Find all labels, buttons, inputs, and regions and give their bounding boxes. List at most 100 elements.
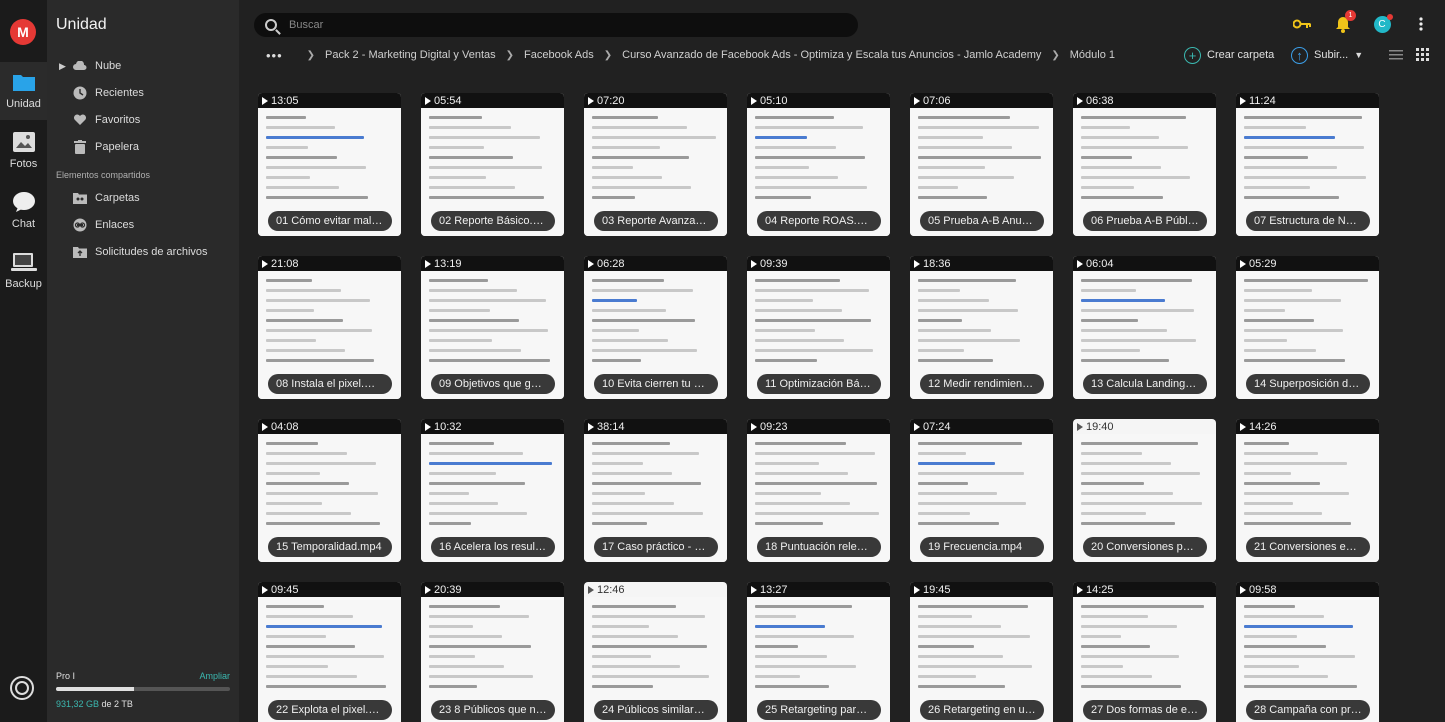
file-tile[interactable]: 19:40 20 Conversiones personalizadas.mp4	[1073, 419, 1216, 562]
app-rail: M Unidad Fotos Chat Backup	[0, 0, 47, 722]
thumbnail-line	[1244, 605, 1295, 608]
thumbnail-line	[266, 615, 353, 618]
create-folder-button[interactable]: + Crear carpeta	[1184, 45, 1274, 65]
grid-view-icon[interactable]	[1416, 48, 1430, 62]
breadcrumb-more-icon[interactable]: •••	[266, 48, 283, 63]
duration-text: 05:10	[760, 95, 788, 107]
chevron-right-icon[interactable]: ▶	[59, 61, 66, 72]
thumbnail-line	[1244, 309, 1285, 312]
upload-button[interactable]: ↑ Subir... ▼	[1291, 45, 1363, 65]
rail-item-fotos[interactable]: Fotos	[0, 122, 47, 180]
search-input[interactable]	[289, 19, 829, 31]
thumbnail-line	[755, 615, 796, 618]
thumbnail-line	[429, 645, 531, 648]
file-tile[interactable]: 09:58 28 Campaña con presupuesto.mp4	[1236, 582, 1379, 722]
thumbnail-header: 21:08	[258, 256, 401, 271]
thumbnail-line	[592, 492, 645, 495]
file-tile[interactable]: 10:32 16 Acelera los resultados.mp4	[421, 419, 564, 562]
thumbnail-header: 05:54	[421, 93, 564, 108]
sidebar-item-enlaces[interactable]: Enlaces	[47, 214, 239, 236]
notifications-bell-icon[interactable]: 1	[1333, 10, 1356, 34]
account-avatar[interactable]: C	[1372, 13, 1393, 34]
sidebar-item-papelera[interactable]: Papelera	[47, 136, 239, 158]
thumbnail-line	[429, 665, 504, 668]
file-tile[interactable]: 13:19 09 Objetivos que generan.mp4	[421, 256, 564, 399]
transfer-manager-icon[interactable]	[10, 676, 34, 700]
key-icon[interactable]	[1292, 14, 1312, 34]
file-tile[interactable]: 09:45 22 Explota el pixel.mp4	[258, 582, 401, 722]
rail-item-chat[interactable]: Chat	[0, 182, 47, 240]
breadcrumb-current[interactable]: Módulo 1	[1070, 49, 1115, 61]
sidebar-item-nube[interactable]: ▶ Nube	[47, 55, 239, 77]
file-tile[interactable]: 09:39 11 Optimización Básica.mp4	[747, 256, 890, 399]
file-tile[interactable]: 09:23 18 Puntuación relevancia.mp4	[747, 419, 890, 562]
file-tile[interactable]: 20:39 23 8 Públicos que necesitas.mp4	[421, 582, 564, 722]
list-view-icon[interactable]	[1389, 48, 1403, 62]
thumbnail-line	[755, 329, 815, 332]
mega-logo[interactable]: M	[10, 19, 36, 45]
folder-icon	[11, 70, 37, 94]
thumbnail-line	[266, 655, 384, 658]
photo-icon	[11, 130, 37, 154]
file-tile[interactable]: 06:04 13 Calcula Landing Page.mp4	[1073, 256, 1216, 399]
link-icon	[72, 217, 88, 233]
thumbnail-line	[918, 635, 1030, 638]
thumbnail-line	[918, 126, 1039, 129]
file-tile[interactable]: 38:14 17 Caso práctico - Cómo.mp4	[584, 419, 727, 562]
file-tile[interactable]: 07:20 03 Reporte Avanzado.webm	[584, 93, 727, 236]
file-name: 08 Instala el pixel.mp4	[268, 374, 392, 394]
breadcrumb-item[interactable]: Pack 2 - Marketing Digital y Ventas	[325, 49, 496, 61]
file-tile[interactable]: 07:24 19 Frecuencia.mp4	[910, 419, 1053, 562]
heart-icon	[72, 112, 88, 128]
file-tile[interactable]: 11:24 07 Estructura de Nombres.mp4	[1236, 93, 1379, 236]
thumbnail-line	[1244, 136, 1335, 139]
sidebar-item-recientes[interactable]: Recientes	[47, 82, 239, 104]
more-menu-icon[interactable]	[1411, 14, 1431, 34]
file-tile[interactable]: 13:27 25 Retargeting para conversiones.mp…	[747, 582, 890, 722]
thumbnail-line	[918, 452, 966, 455]
search-bar[interactable]	[254, 13, 858, 37]
thumbnail-line	[1244, 512, 1322, 515]
file-tile[interactable]: 05:10 04 Reporte ROAS.webm	[747, 93, 890, 236]
thumbnail-line	[429, 625, 473, 628]
file-tile[interactable]: 04:08 15 Temporalidad.mp4	[258, 419, 401, 562]
file-name: 20 Conversiones personalizadas.mp4	[1083, 537, 1207, 557]
sidebar-item-carpetas[interactable]: Carpetas	[47, 187, 239, 209]
thumbnail-line	[429, 116, 482, 119]
duration-text: 04:08	[271, 421, 299, 433]
file-tile[interactable]: 14:26 21 Conversiones estándar.mp4	[1236, 419, 1379, 562]
file-tile[interactable]: 14:25 27 Dos formas de escalar.mp4	[1073, 582, 1216, 722]
thumbnail-line	[266, 289, 341, 292]
thumbnail-line	[755, 502, 850, 505]
thumbnail-line	[755, 136, 807, 139]
file-tile[interactable]: 06:28 10 Evita cierren tu cuenta.mp4	[584, 256, 727, 399]
rail-item-backup[interactable]: Backup	[0, 242, 47, 300]
file-tile[interactable]: 19:45 26 Retargeting en una campaña.mp4	[910, 582, 1053, 722]
breadcrumb-item[interactable]: Facebook Ads	[524, 49, 594, 61]
file-name: 19 Frecuencia.mp4	[920, 537, 1044, 557]
duration-text: 20:39	[434, 584, 462, 596]
thumbnail-line	[918, 512, 970, 515]
thumbnail-header: 07:20	[584, 93, 727, 108]
file-tile[interactable]: 05:54 02 Reporte Básico.webm	[421, 93, 564, 236]
file-request-icon	[72, 244, 88, 260]
breadcrumb-item[interactable]: Curso Avanzado de Facebook Ads - Optimiz…	[622, 49, 1041, 61]
file-tile[interactable]: 13:05 01 Cómo evitar mal gasto.mp4	[258, 93, 401, 236]
video-duration: 09:45	[262, 584, 299, 596]
file-tile[interactable]: 05:29 14 Superposición de públicos.mp4	[1236, 256, 1379, 399]
rail-item-unidad[interactable]: Unidad	[0, 62, 47, 120]
thumbnail-line	[1244, 319, 1314, 322]
file-tile[interactable]: 12:46 24 Públicos similares.mp4	[584, 582, 727, 722]
file-tile[interactable]: 21:08 08 Instala el pixel.mp4	[258, 256, 401, 399]
thumbnail-line	[755, 605, 852, 608]
status-dot	[1386, 13, 1393, 20]
sidebar-item-favoritos[interactable]: Favoritos	[47, 109, 239, 131]
file-name: 21 Conversiones estándar.mp4	[1246, 537, 1370, 557]
thumbnail-header: 14:26	[1236, 419, 1379, 434]
file-tile[interactable]: 06:38 06 Prueba A-B Públicos.mp4	[1073, 93, 1216, 236]
file-tile[interactable]: 07:06 05 Prueba A-B Anuncios.mp4	[910, 93, 1053, 236]
file-tile[interactable]: 18:36 12 Medir rendimiento.mp4	[910, 256, 1053, 399]
thumbnail-line	[918, 156, 1041, 159]
upgrade-link[interactable]: Ampliar	[199, 671, 230, 681]
sidebar-item-solicitudes[interactable]: Solicitudes de archivos	[47, 241, 239, 263]
